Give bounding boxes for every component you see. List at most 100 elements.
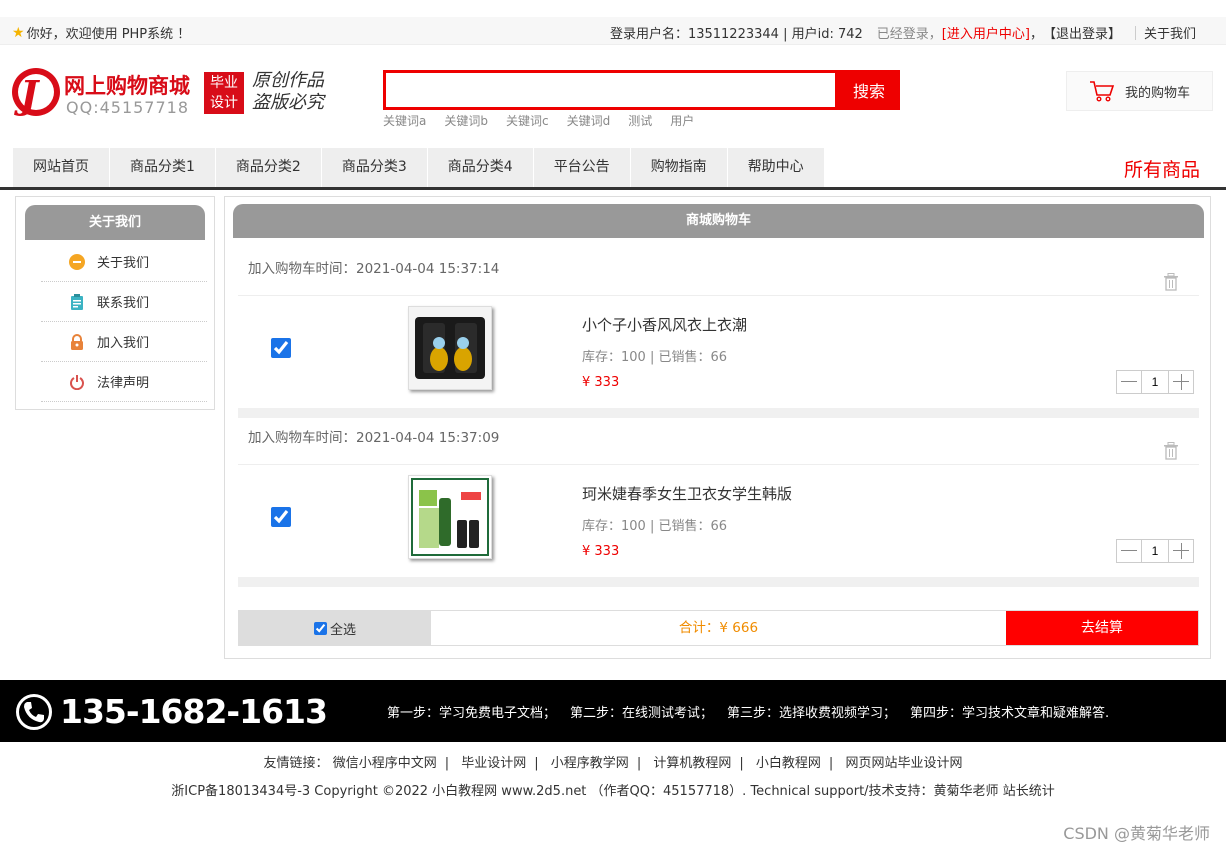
friend-link[interactable]: 小程序教学网 <box>551 756 629 771</box>
search-button[interactable]: 搜索 <box>838 70 900 110</box>
quantity-input[interactable] <box>1141 371 1169 393</box>
nav-item-help[interactable]: 帮助中心 <box>727 148 824 187</box>
badge-line-2: 设计 <box>210 95 238 111</box>
site-logo[interactable]: J 网上购物商城 QQ:45157718 毕业 设计 原创作品 盗版必究 <box>12 68 332 120</box>
slogan: 原创作品 盗版必究 <box>252 70 342 114</box>
decrease-button[interactable] <box>1117 540 1141 562</box>
hotline-number: 135-1682-1613 <box>60 692 328 731</box>
nav-item-category-4[interactable]: 商品分类4 <box>427 148 533 187</box>
trash-icon[interactable] <box>1163 260 1179 291</box>
badge-line-1: 毕业 <box>210 75 238 91</box>
sidebar-item-label: 关于我们 <box>97 256 150 271</box>
login-status: 已经登录， <box>876 27 942 42</box>
nav-item-category-3[interactable]: 商品分类3 <box>321 148 427 187</box>
quantity-input[interactable] <box>1141 540 1169 562</box>
slogan-line-2: 盗版必究 <box>252 92 324 113</box>
step-text: 第四步：学习技术文章和疑难解答. <box>910 706 1110 721</box>
added-time: 加入购物车时间：2021-04-04 15:37:09 <box>248 430 500 446</box>
hot-keyword[interactable]: 关键词c <box>506 112 549 129</box>
item-checkbox[interactable] <box>271 338 291 358</box>
slogan-line-1: 原创作品 <box>252 70 324 91</box>
sidebar-item-label: 加入我们 <box>97 336 150 351</box>
added-time: 加入购物车时间：2021-04-04 15:37:14 <box>248 261 500 277</box>
decrease-button[interactable] <box>1117 371 1141 393</box>
hotline: 135-1682-1613 <box>16 692 328 731</box>
info-icon <box>69 253 85 270</box>
my-cart-button[interactable]: 我的购物车 <box>1066 71 1213 111</box>
cart-item: 加入购物车时间：2021-04-04 15:37:14 小个子小香风风衣上衣潮 … <box>238 242 1199 418</box>
hot-keyword[interactable]: 测试 <box>628 112 652 129</box>
hot-keyword[interactable]: 关键词a <box>383 112 426 129</box>
sidebar-item-label: 联系我们 <box>97 296 150 311</box>
logout-link[interactable]: 【退出登录】 <box>1043 23 1121 42</box>
footer-banner: 135-1682-1613 第一步：学习免费电子文档； 第二步：在线测试考试； … <box>0 680 1226 742</box>
cart-item-body: 小个子小香风风衣上衣潮 库存：100 | 已销售：66 ¥ 333 <box>238 296 1199 408</box>
product-stock: 库存：100 | 已销售：66 <box>582 350 727 365</box>
welcome-text: 你好，欢迎使用 PHP系统 ！ <box>26 27 191 42</box>
increase-button[interactable] <box>1169 540 1193 562</box>
cart-panel: 商城购物车 加入购物车时间：2021-04-04 15:37:14 小个子小香风… <box>224 196 1211 659</box>
select-all[interactable]: 全选 <box>239 611 431 645</box>
nav-item-shopping-guide[interactable]: 购物指南 <box>630 148 727 187</box>
cart-total: 合计：¥ 666 <box>678 620 759 636</box>
sidebar-item-about[interactable]: 关于我们 <box>41 242 207 282</box>
product-name[interactable]: 小个子小香风风衣上衣潮 <box>582 314 747 335</box>
friend-link[interactable]: 小白教程网 <box>756 756 821 771</box>
select-all-checkbox[interactable] <box>313 621 327 635</box>
trash-icon[interactable] <box>1163 429 1179 460</box>
learning-steps: 第一步：学习免费电子文档； 第二步：在线测试考试； 第三步：选择收费视频学习； … <box>387 702 1109 721</box>
divider <box>1134 25 1136 40</box>
hot-keyword[interactable]: 关键词d <box>567 112 611 129</box>
product-name[interactable]: 珂米婕春季女生卫衣女学生韩版 <box>582 483 792 504</box>
step-text: 第二步：在线测试考试； <box>570 706 714 721</box>
sidebar-item-label: 法律声明 <box>97 376 150 391</box>
quantity-stepper <box>1116 370 1194 394</box>
friend-link[interactable]: 网页网站毕业设计网 <box>845 756 962 771</box>
friend-link[interactable]: 毕业设计网 <box>461 756 526 771</box>
product-stock: 库存：100 | 已销售：66 <box>582 519 727 534</box>
cart-summary-bar: 全选 合计：¥ 666 去结算 <box>238 610 1199 646</box>
comma-separator: ， <box>1029 27 1043 42</box>
friend-links-label: 友情链接： <box>263 756 329 771</box>
sidebar-item-legal[interactable]: 法律声明 <box>41 362 207 402</box>
user-bar: 登录用户名：13511223344 | 用户id: 742 已经登录， [进入用… <box>610 23 1196 42</box>
friend-link[interactable]: 计算机教程网 <box>653 756 731 771</box>
hot-keyword[interactable]: 用户 <box>670 112 694 129</box>
cart-title: 商城购物车 <box>233 204 1204 238</box>
friend-link[interactable]: 微信小程序中文网 <box>333 756 437 771</box>
search-input[interactable] <box>383 70 838 110</box>
hot-keywords: 关键词a 关键词b 关键词c 关键词d 测试 用户 <box>383 112 694 129</box>
main-nav: 网站首页 商品分类1 商品分类2 商品分类3 商品分类4 平台公告 购物指南 帮… <box>0 148 1226 190</box>
hot-keyword[interactable]: 关键词b <box>444 112 488 129</box>
about-link[interactable]: 关于我们 <box>1144 23 1196 42</box>
graduation-badge: 毕业 设计 <box>204 72 244 114</box>
nav-item-home[interactable]: 网站首页 <box>13 148 109 187</box>
my-cart-label: 我的购物车 <box>1125 85 1191 101</box>
product-price: ¥ 333 <box>582 375 620 390</box>
nav-item-announcements[interactable]: 平台公告 <box>533 148 630 187</box>
item-checkbox[interactable] <box>271 507 291 527</box>
lock-icon <box>69 333 85 350</box>
nav-item-category-1[interactable]: 商品分类1 <box>110 148 215 187</box>
cart-item: 加入购物车时间：2021-04-04 15:37:09 珂米婕春季女生卫衣女学生… <box>238 411 1199 587</box>
sidebar-title: 关于我们 <box>25 205 205 240</box>
sidebar: 关于我们 关于我们 联系我们 加入我们 法律声明 <box>15 196 215 410</box>
checkout-button[interactable]: 去结算 <box>1006 611 1198 645</box>
sidebar-item-contact[interactable]: 联系我们 <box>41 282 207 322</box>
product-thumbnail[interactable] <box>408 475 492 559</box>
logo-mark-icon: J <box>12 68 60 117</box>
search-bar: 搜索 <box>383 70 900 110</box>
sidebar-item-join[interactable]: 加入我们 <box>41 322 207 362</box>
all-goods-link[interactable]: 所有商品 <box>1124 155 1200 182</box>
step-text: 第三步：选择收费视频学习； <box>727 706 897 721</box>
step-text: 第一步：学习免费电子文档； <box>387 706 557 721</box>
product-thumbnail[interactable] <box>408 306 492 390</box>
nav-item-category-2[interactable]: 商品分类2 <box>215 148 321 187</box>
increase-button[interactable] <box>1169 371 1193 393</box>
product-price: ¥ 333 <box>582 544 620 559</box>
watermark: CSDN @黄菊华老师 <box>1063 824 1210 843</box>
quantity-stepper <box>1116 539 1194 563</box>
site-qq: QQ:45157718 <box>66 98 190 117</box>
user-center-link[interactable]: [进入用户中心] <box>942 23 1030 42</box>
top-bar: ★ 你好，欢迎使用 PHP系统 ！ 登录用户名：13511223344 | 用户… <box>0 17 1226 45</box>
